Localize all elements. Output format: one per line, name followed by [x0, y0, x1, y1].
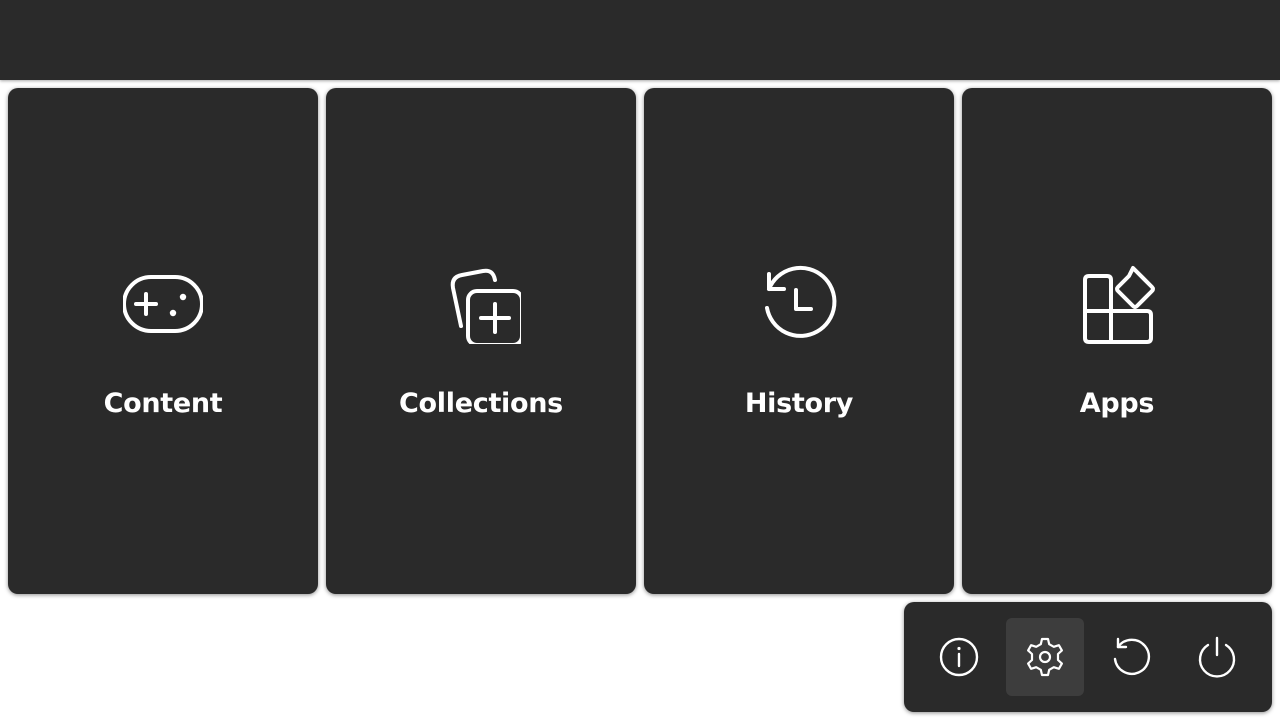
collection-add-icon	[441, 264, 521, 344]
gamepad-icon	[123, 264, 203, 344]
tile-label: History	[744, 388, 854, 419]
top-bar	[0, 0, 1280, 80]
power-icon	[1198, 636, 1236, 678]
tile-label: Collections	[399, 388, 563, 419]
power-button[interactable]	[1178, 618, 1256, 696]
settings-button[interactable]	[1006, 618, 1084, 696]
restart-icon	[1113, 637, 1151, 676]
tile-apps[interactable]: Apps	[962, 88, 1272, 594]
tile-content[interactable]: Content	[8, 88, 318, 594]
tile-label: Apps	[1079, 388, 1155, 419]
info-icon	[939, 637, 979, 677]
main-tiles: Content Collections History Apps	[8, 88, 1272, 594]
info-button[interactable]	[920, 618, 998, 696]
tile-collections[interactable]: Collections	[326, 88, 636, 594]
restart-button[interactable]	[1092, 618, 1170, 696]
power-menu	[904, 602, 1272, 712]
apps-icon	[1077, 264, 1157, 344]
tile-label: Content	[103, 388, 223, 419]
gear-icon	[1027, 637, 1063, 677]
tile-history[interactable]: History	[644, 88, 954, 594]
history-icon	[759, 264, 839, 344]
